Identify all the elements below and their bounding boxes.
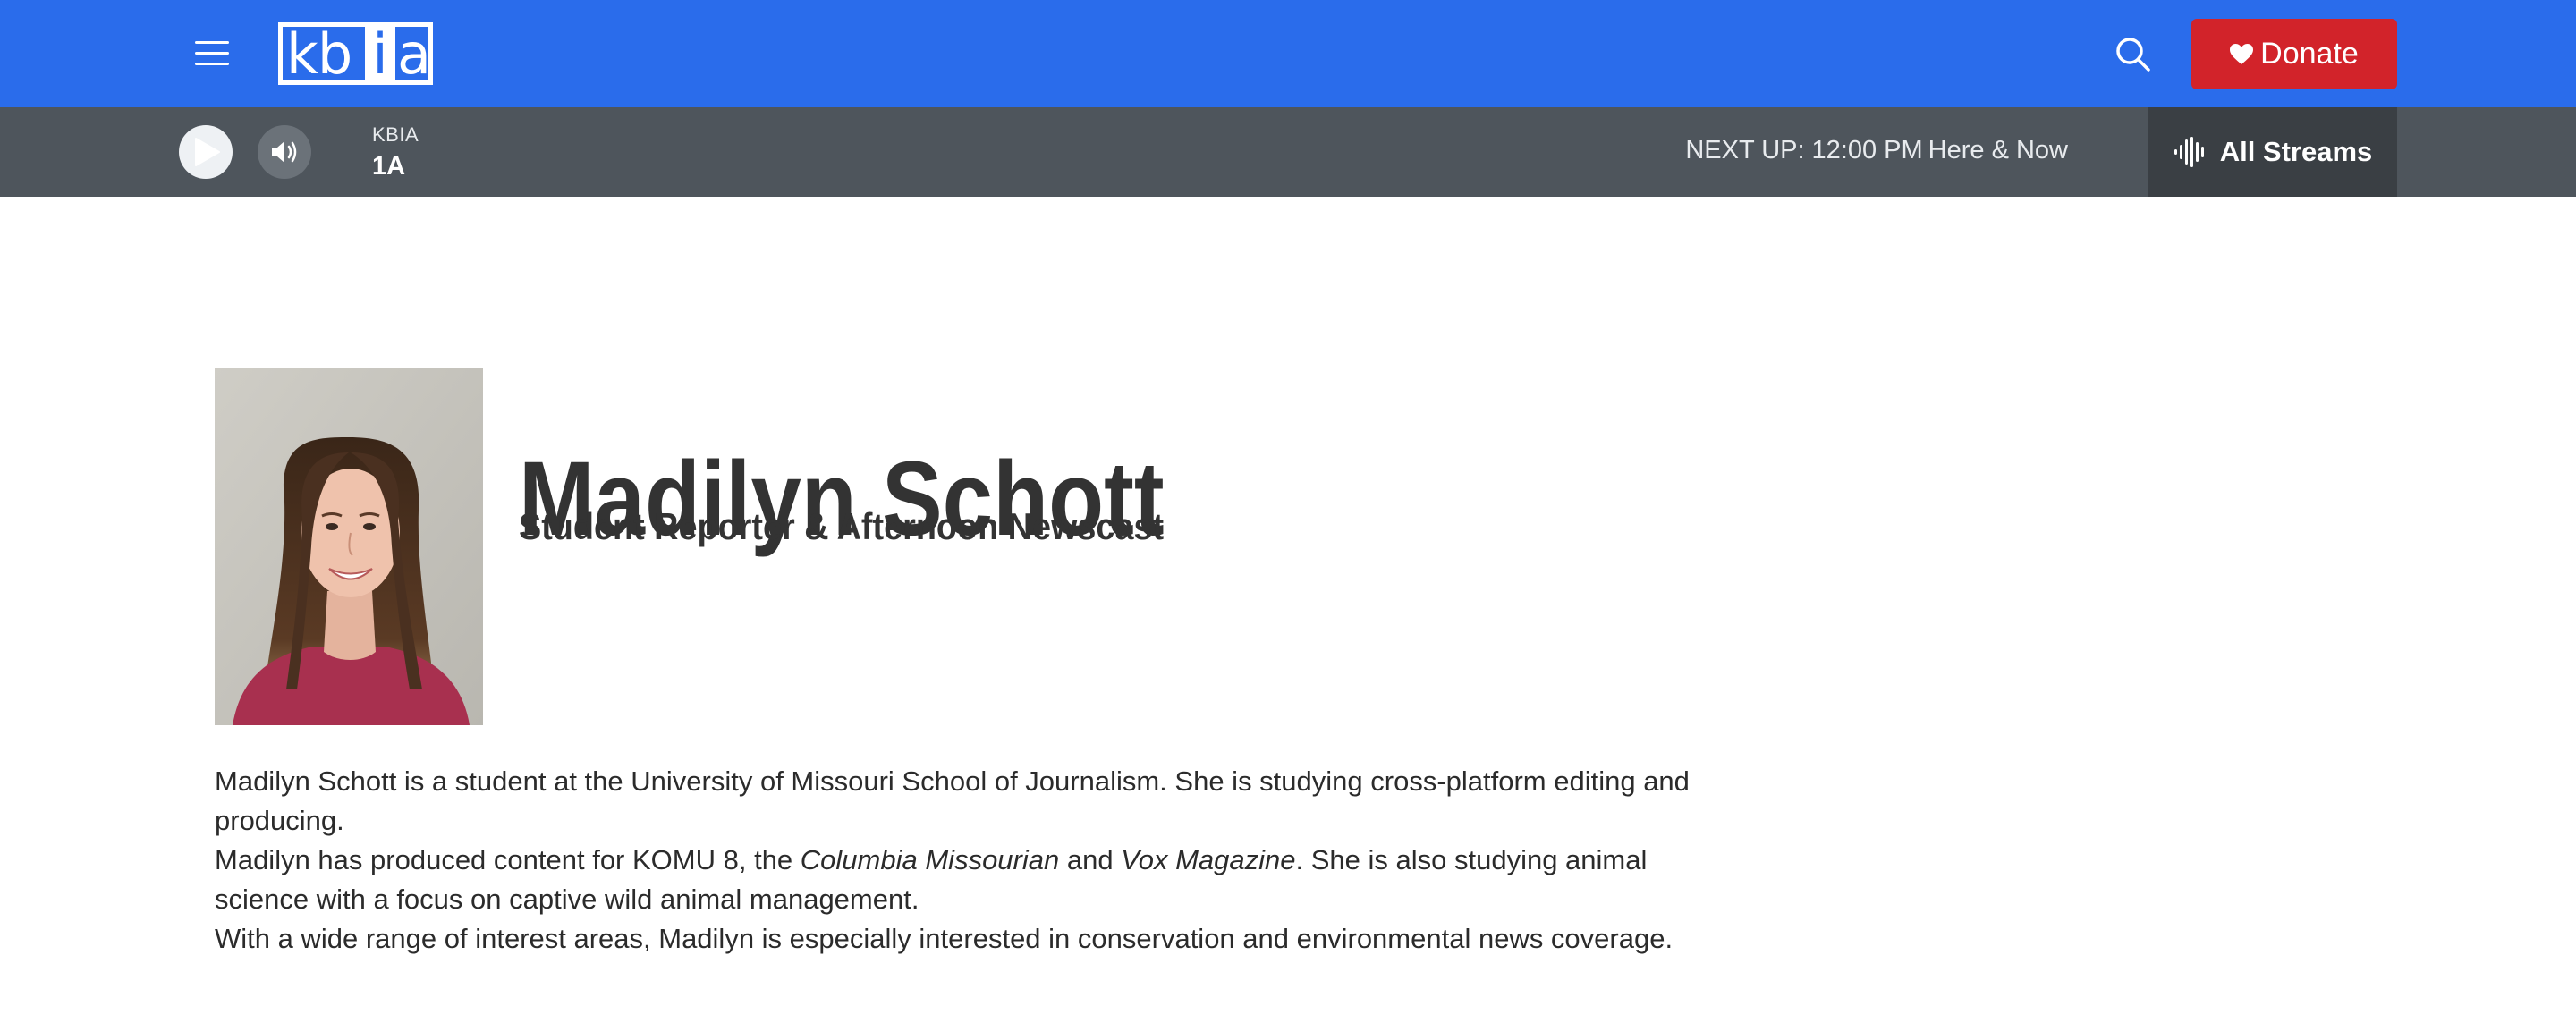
bio-paragraph: Madilyn Schott is a student at the Unive… [215, 765, 1690, 836]
bio-paragraph: With a wide range of interest areas, Mad… [215, 923, 1674, 954]
author-bio: Madilyn Schott is a student at the Unive… [215, 762, 1735, 959]
author-portrait [215, 368, 483, 725]
publication-name: Vox Magazine [1121, 844, 1296, 875]
next-up-info: NEXT UP: 12:00 PM Here & Now [1685, 136, 2068, 165]
heart-icon [2230, 43, 2254, 64]
logo-text-kb: kb [286, 21, 352, 87]
next-up-show: Here & Now [1928, 136, 2068, 165]
donate-label: Donate [2260, 37, 2359, 71]
next-up-time: 12:00 PM [1811, 136, 1923, 165]
play-button[interactable] [179, 125, 233, 179]
logo-text-a: a [397, 21, 431, 87]
audio-wave-icon [2174, 137, 2204, 167]
volume-button[interactable] [258, 125, 311, 179]
donate-button[interactable]: Donate [2191, 19, 2397, 89]
volume-icon [272, 141, 297, 163]
site-header: kb i a Donate [0, 0, 2576, 107]
search-icon[interactable] [2114, 36, 2152, 73]
next-up-label: NEXT UP: [1685, 136, 1805, 165]
station-name: KBIA [372, 123, 419, 146]
all-streams-label: All Streams [2219, 136, 2373, 167]
menu-icon[interactable] [195, 39, 229, 68]
bio-paragraph: Madilyn has produced content for KOMU 8,… [215, 844, 1648, 915]
publication-name: Columbia Missourian [800, 844, 1060, 875]
site-logo[interactable]: kb i a [278, 21, 433, 87]
author-title: Student Reporter & Afternoon Newscast [519, 505, 1165, 547]
play-icon [195, 138, 220, 166]
now-playing-program[interactable]: 1A [372, 152, 405, 182]
logo-text-i: i [372, 21, 388, 87]
portrait-photo-icon [215, 368, 483, 725]
all-streams-button[interactable]: All Streams [2148, 107, 2397, 197]
audio-player-bar: KBIA 1A NEXT UP: 12:00 PM Here & Now All S… [0, 107, 2576, 197]
